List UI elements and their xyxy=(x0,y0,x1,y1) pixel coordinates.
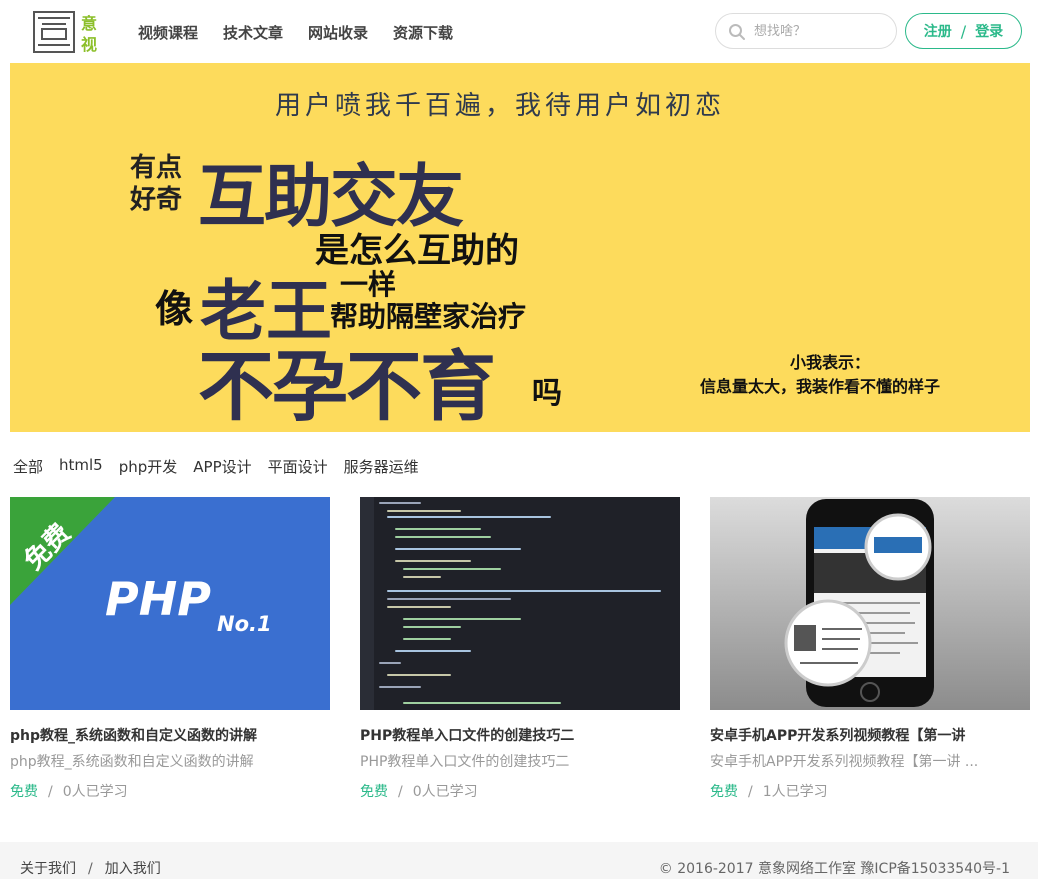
price-label: 免费 xyxy=(360,784,388,800)
learner-count: 0人已学习 xyxy=(62,784,128,800)
category-php[interactable]: php开发 xyxy=(119,456,178,477)
course-desc: 安卓手机APP开发系列视频教程【第一讲 ... xyxy=(710,754,979,770)
banner-small-2: 好奇 xyxy=(130,185,183,215)
banner-aside-2: 信息量太大，我装作看不懂的样子 xyxy=(700,377,941,396)
phone-image-icon xyxy=(784,499,934,707)
learner-count: 1人已学习 xyxy=(762,784,828,800)
course-card[interactable]: PHP教程单入口文件的创建技巧二 PHP教程单入口文件的创建技巧二 免费 / 0人已… xyxy=(360,497,680,801)
search-input[interactable] xyxy=(754,20,888,42)
course-card[interactable]: 安卓手机APP开发系列视频教程【第一讲 安卓手机APP开发系列视频教程【第一讲 … xyxy=(710,497,1030,801)
category-tabs: 全部 html5 php开发 APP设计 平面设计 服务器运维 xyxy=(13,456,435,477)
category-graphic-design[interactable]: 平面设计 xyxy=(268,456,328,477)
course-meta: 免费 / 0人已学习 xyxy=(10,781,330,801)
thumb-php-text: PHP xyxy=(105,572,211,626)
banner-top-line: 用户喷我千百遍，我待用户如初恋 xyxy=(275,91,726,121)
course-title[interactable]: 安卓手机APP开发系列视频教程【第一讲 xyxy=(710,725,1030,745)
banner-aside-1: 小我表示： xyxy=(790,353,871,372)
nav-item-courses[interactable]: 视频课程 xyxy=(138,22,198,43)
course-card[interactable]: 免费 PHP No.1 php教程_系统函数和自定义函数的讲解 php教程_系统… xyxy=(10,497,330,801)
footer-links: 关于我们 / 加入我们 xyxy=(20,858,161,878)
footer-separator: / xyxy=(88,861,93,877)
join-link[interactable]: 加入我们 xyxy=(105,861,161,877)
meta-separator: / xyxy=(48,784,53,800)
nav-item-downloads[interactable]: 资源下载 xyxy=(393,22,453,43)
price-label: 免费 xyxy=(10,784,38,800)
meta-separator: / xyxy=(748,784,753,800)
category-all[interactable]: 全部 xyxy=(13,456,43,477)
logo-char-2: 视 xyxy=(81,35,98,54)
banner-prefix-2: 像 xyxy=(155,286,194,331)
meta-separator: / xyxy=(398,784,403,800)
category-server-ops[interactable]: 服务器运维 xyxy=(344,456,419,477)
login-link[interactable]: 登录 xyxy=(975,21,1003,41)
banner-suffix-3: 吗 xyxy=(532,376,562,411)
site-logo[interactable]: 意 视 xyxy=(32,9,102,55)
category-app-design[interactable]: APP设计 xyxy=(193,456,251,477)
nav-item-sites[interactable]: 网站收录 xyxy=(308,22,368,43)
hero-banner[interactable]: 用户喷我千百遍，我待用户如初恋 有点 好奇 互助交友 是怎么互助的 像 老王 一… xyxy=(10,63,1030,432)
banner-huge-3: 不孕不育 xyxy=(198,342,496,431)
thumb-no1-text: No.1 xyxy=(217,612,272,636)
category-html5[interactable]: html5 xyxy=(59,456,103,477)
course-thumbnail[interactable]: 免费 PHP No.1 xyxy=(10,497,330,710)
course-meta: 免费 / 1人已学习 xyxy=(710,781,1030,801)
site-header: 意 视 视频课程 技术文章 网站收录 资源下载 注册 / 登录 xyxy=(0,0,1038,62)
site-footer: 关于我们 / 加入我们 © 2016-2017 意象网络工作室 豫ICP备15033… xyxy=(0,842,1038,879)
auth-separator: / xyxy=(960,21,967,41)
about-link[interactable]: 关于我们 xyxy=(20,861,76,877)
auth-box: 注册 / 登录 xyxy=(905,13,1022,49)
course-thumbnail[interactable] xyxy=(360,497,680,710)
price-label: 免费 xyxy=(710,784,738,800)
copyright-text: © 2016-2017 意象网络工作室 豫ICP备15033540号-1 xyxy=(658,861,1010,877)
nav-item-articles[interactable]: 技术文章 xyxy=(223,22,283,43)
course-desc: php教程_系统函数和自定义函数的讲解 xyxy=(10,754,254,770)
course-thumbnail[interactable] xyxy=(710,497,1030,710)
search-box xyxy=(715,13,897,49)
register-link[interactable]: 注册 xyxy=(924,21,952,41)
course-desc: PHP教程单入口文件的创建技巧二 xyxy=(360,754,570,770)
course-title[interactable]: PHP教程单入口文件的创建技巧二 xyxy=(360,725,680,745)
code-screenshot-icon xyxy=(360,497,661,710)
search-icon[interactable] xyxy=(728,23,746,41)
course-title[interactable]: php教程_系统函数和自定义函数的讲解 xyxy=(10,725,330,745)
course-meta: 免费 / 0人已学习 xyxy=(360,781,680,801)
banner-small-1: 有点 xyxy=(130,153,183,183)
main-nav: 视频课程 技术文章 网站收录 资源下载 xyxy=(138,22,478,43)
learner-count: 0人已学习 xyxy=(412,784,478,800)
